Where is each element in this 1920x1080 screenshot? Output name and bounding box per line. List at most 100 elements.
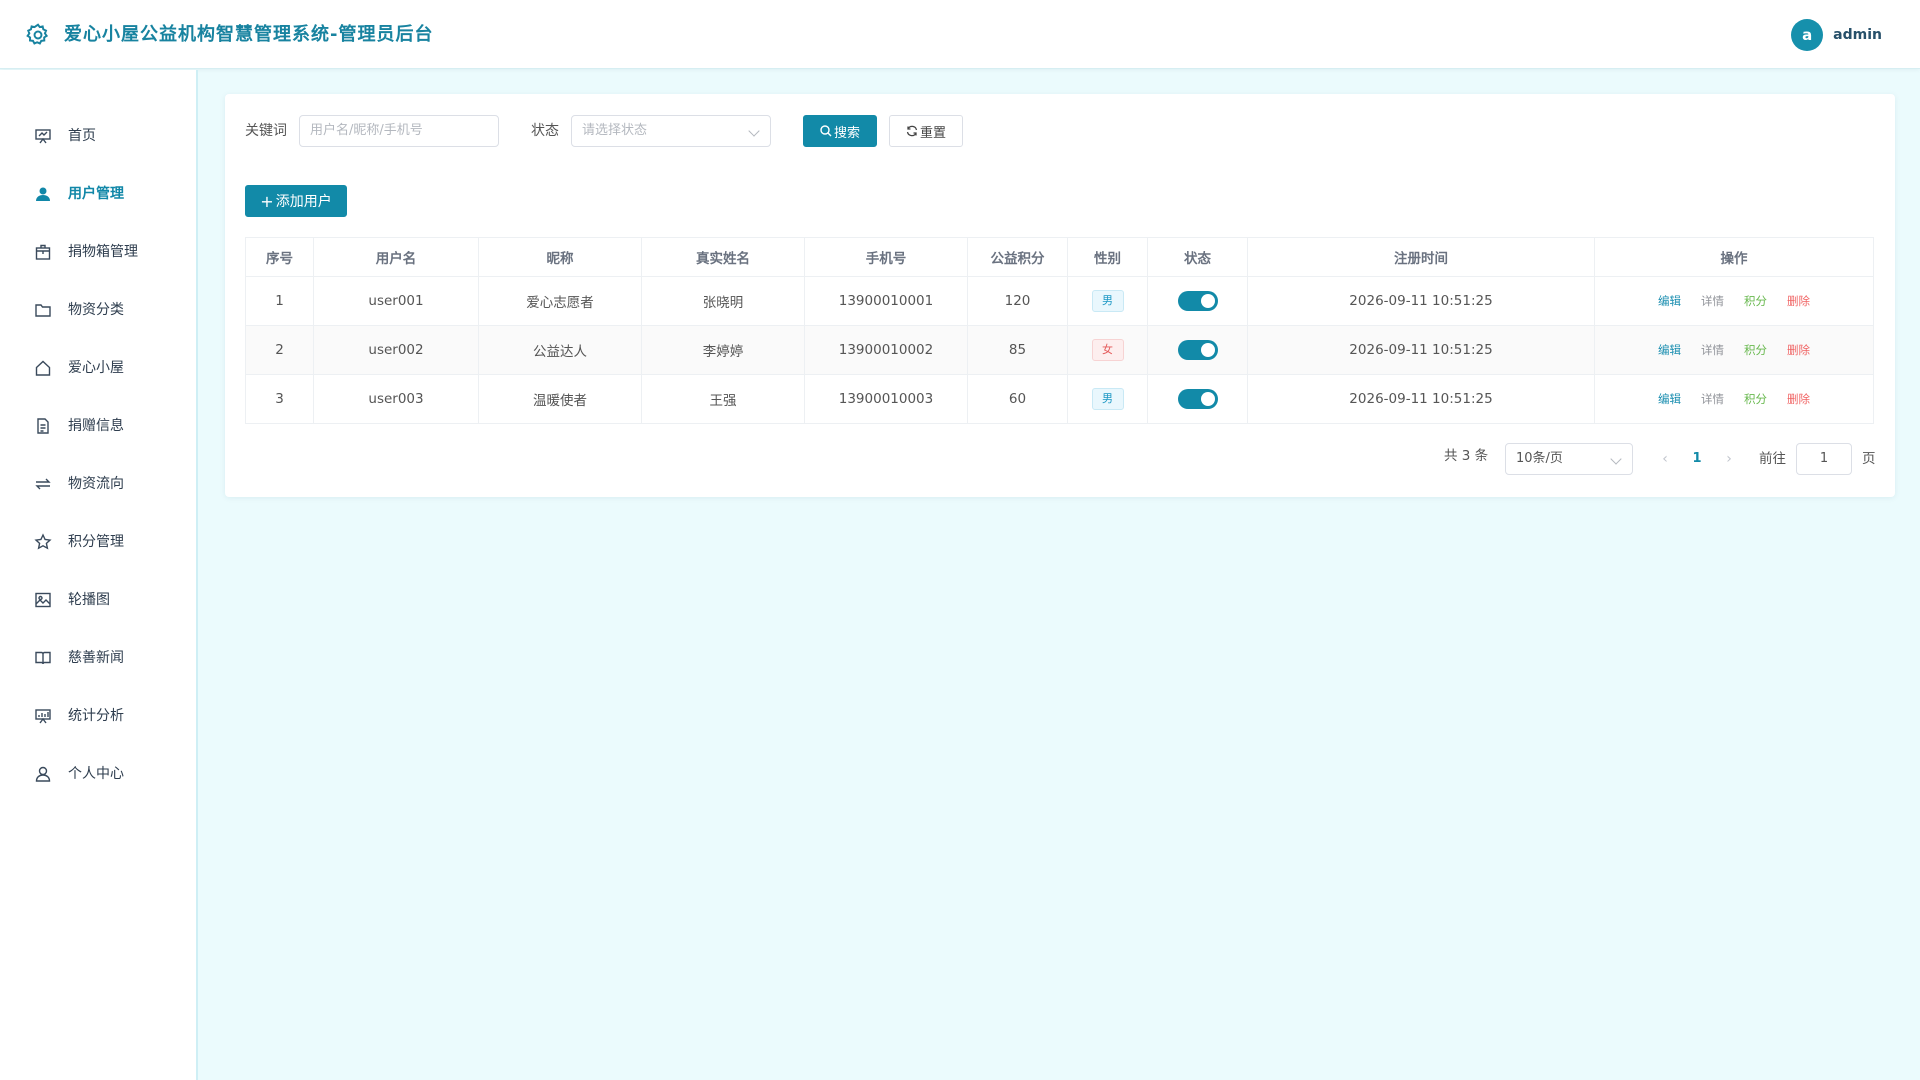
sidebar-item-home[interactable]: 首页 [0,116,196,156]
table-row: 1 user001 爱心志愿者 张晓明 13900010001 120 男 20… [245,276,1874,326]
cell-real-name: 王强 [641,374,805,424]
status-select-placeholder: 请选择状态 [582,123,648,138]
folder-icon [35,304,51,317]
col-points: 公益积分 [967,237,1068,277]
sidebar-item-label: 个人中心 [68,766,124,782]
sidebar-item-categories[interactable]: 物资分类 [0,290,196,330]
reset-button[interactable]: 重置 [889,115,963,147]
chart-icon [35,709,51,724]
cell-username: user001 [313,276,479,326]
person-icon [35,766,51,782]
cell-phone: 13900010001 [804,276,968,326]
delete-link[interactable]: 删除 [1787,392,1810,406]
keyword-label: 关键词 [245,123,287,139]
cell-real-name: 张晓明 [641,276,805,326]
sidebar-item-donation-box[interactable]: 捐物箱管理 [0,232,196,272]
page-suffix-label: 页 [1862,451,1876,467]
cell-actions: 编辑 详情 积分 删除 [1594,325,1874,375]
edit-link[interactable]: 编辑 [1658,392,1681,406]
refresh-icon [906,125,918,137]
avatar[interactable]: a [1791,19,1824,51]
cell-points: 85 [967,325,1068,375]
sidebar-item-label: 爱心小屋 [68,360,124,376]
sidebar-item-label: 物资流向 [68,476,124,492]
user-management-panel: 关键词 用户名/昵称/手机号 状态 请选择状态 搜索 重置 + 添加用户 序号 … [225,94,1895,497]
col-actions: 操作 [1594,237,1874,277]
goto-page-input[interactable]: 1 [1796,443,1852,475]
sidebar-item-label: 物资分类 [68,302,124,318]
detail-link[interactable]: 详情 [1701,392,1724,406]
star-icon [34,533,52,550]
sidebar-item-love-house[interactable]: 爱心小屋 [0,348,196,388]
cell-actions: 编辑 详情 积分 删除 [1594,374,1874,424]
sidebar-item-label: 用户管理 [68,186,124,202]
gender-tag: 男 [1091,388,1124,410]
document-icon [37,418,49,434]
sidebar-item-points[interactable]: 积分管理 [0,522,196,562]
cell-actions: 编辑 详情 积分 删除 [1594,276,1874,326]
page-number-current[interactable]: 1 [1687,449,1707,469]
status-toggle[interactable] [1177,389,1218,409]
cell-index: 2 [245,325,314,375]
search-button[interactable]: 搜索 [803,115,877,147]
sidebar-item-label: 捐赠信息 [68,418,124,434]
sidebar-item-statistics[interactable]: 统计分析 [0,696,196,736]
detail-link[interactable]: 详情 [1701,294,1724,308]
cell-points: 60 [967,374,1068,424]
edit-link[interactable]: 编辑 [1658,343,1681,357]
keyword-input[interactable]: 用户名/昵称/手机号 [299,115,499,147]
status-toggle[interactable] [1177,340,1218,360]
next-page-chevron-right-icon[interactable]: › [1719,449,1739,469]
add-user-button[interactable]: + 添加用户 [245,185,347,217]
page-size-value: 10条/页 [1516,451,1563,466]
sidebar-item-label: 首页 [68,128,96,144]
chevron-down-icon [748,125,760,137]
col-status: 状态 [1147,237,1248,277]
edit-link[interactable]: 编辑 [1658,294,1681,308]
add-user-button-label: 添加用户 [275,194,332,210]
sidebar-item-donations[interactable]: 捐赠信息 [0,406,196,446]
col-gender: 性别 [1067,237,1148,277]
page-size-select[interactable]: 10条/页 [1505,443,1633,475]
cell-status [1147,325,1248,375]
cell-nickname: 公益达人 [478,325,642,375]
user-menu[interactable]: a admin [1791,19,1882,51]
image-icon [35,592,51,608]
delete-link[interactable]: 删除 [1787,294,1810,308]
delete-link[interactable]: 删除 [1787,343,1810,357]
sidebar-item-material-flow[interactable]: 物资流向 [0,464,196,504]
flow-icon [35,478,51,490]
sidebar-item-users[interactable]: 用户管理 [0,174,196,214]
cell-phone: 13900010003 [804,374,968,424]
col-username: 用户名 [313,237,479,277]
username[interactable]: admin [1833,27,1882,43]
sidebar-item-profile[interactable]: 个人中心 [0,754,196,794]
points-link[interactable]: 积分 [1744,294,1767,308]
box-icon [35,244,51,260]
house-icon [35,360,51,376]
cell-status [1147,276,1248,326]
cell-index: 3 [245,374,314,424]
gender-tag: 男 [1091,290,1124,312]
sidebar-item-carousel[interactable]: 轮播图 [0,580,196,620]
sidebar-item-news[interactable]: 慈善新闻 [0,638,196,678]
points-link[interactable]: 积分 [1744,343,1767,357]
cell-status [1147,374,1248,424]
status-toggle[interactable] [1177,291,1218,311]
points-link[interactable]: 积分 [1744,392,1767,406]
detail-link[interactable]: 详情 [1701,343,1724,357]
chevron-down-icon [1610,453,1622,465]
goto-label: 前往 [1759,451,1786,467]
users-table: 序号 用户名 昵称 真实姓名 手机号 公益积分 性别 状态 注册时间 操作 1 … [245,237,1874,424]
app-title: 爱心小屋公益机构智慧管理系统-管理员后台 [64,24,434,45]
table-row: 2 user002 公益达人 李婷婷 13900010002 85 女 2026… [245,325,1874,375]
status-select[interactable]: 请选择状态 [571,115,771,147]
col-real-name: 真实姓名 [641,237,805,277]
table-row: 3 user003 温暖使者 王强 13900010003 60 男 2026-… [245,374,1874,424]
cell-nickname: 爱心志愿者 [478,276,642,326]
sidebar-item-label: 慈善新闻 [68,650,124,666]
search-icon [820,125,832,137]
gender-tag: 女 [1091,339,1124,361]
prev-page-chevron-left-icon[interactable]: ‹ [1655,449,1675,469]
top-header: 爱心小屋公益机构智慧管理系统-管理员后台 a admin [0,0,1920,69]
